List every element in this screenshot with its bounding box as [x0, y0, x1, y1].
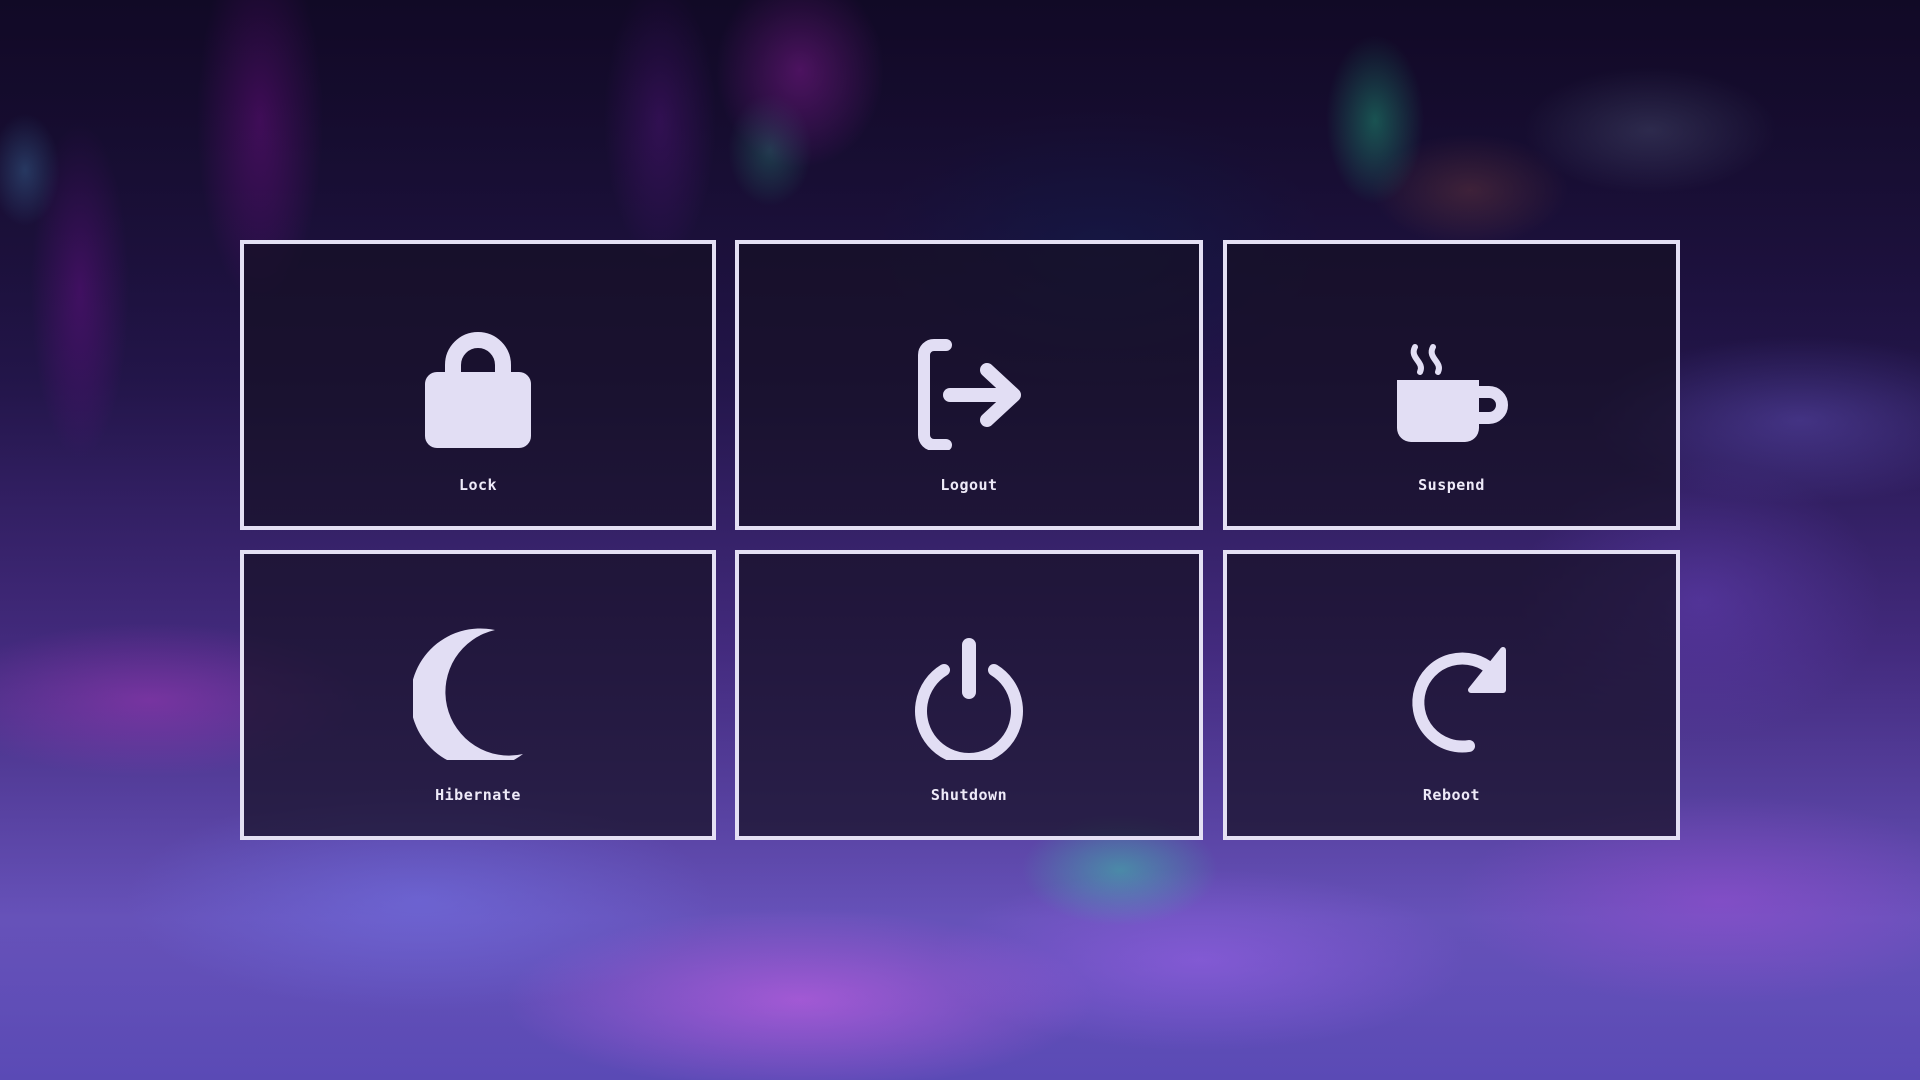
shutdown-button[interactable]: Shutdown	[735, 550, 1203, 840]
lock-button[interactable]: Lock	[240, 240, 716, 530]
power-icon	[904, 620, 1034, 760]
lock-icon	[413, 310, 543, 450]
shutdown-label: Shutdown	[930, 786, 1008, 804]
logout-label: Logout	[940, 476, 998, 494]
logout-button[interactable]: Logout	[735, 240, 1203, 530]
reboot-button[interactable]: Reboot	[1223, 550, 1680, 840]
logout-icon	[904, 310, 1034, 450]
screen: Lock Logout Suspend Hibernate Shutdown R…	[0, 0, 1920, 1080]
reboot-icon	[1387, 620, 1517, 760]
power-menu: Lock Logout Suspend Hibernate Shutdown R…	[240, 240, 1680, 840]
lock-label: Lock	[458, 476, 498, 494]
hibernate-button[interactable]: Hibernate	[240, 550, 716, 840]
coffee-cup-icon	[1387, 310, 1517, 450]
suspend-button[interactable]: Suspend	[1223, 240, 1680, 530]
hibernate-label: Hibernate	[435, 786, 521, 804]
suspend-label: Suspend	[1418, 476, 1485, 494]
moon-icon	[413, 620, 543, 760]
reboot-label: Reboot	[1422, 786, 1481, 804]
